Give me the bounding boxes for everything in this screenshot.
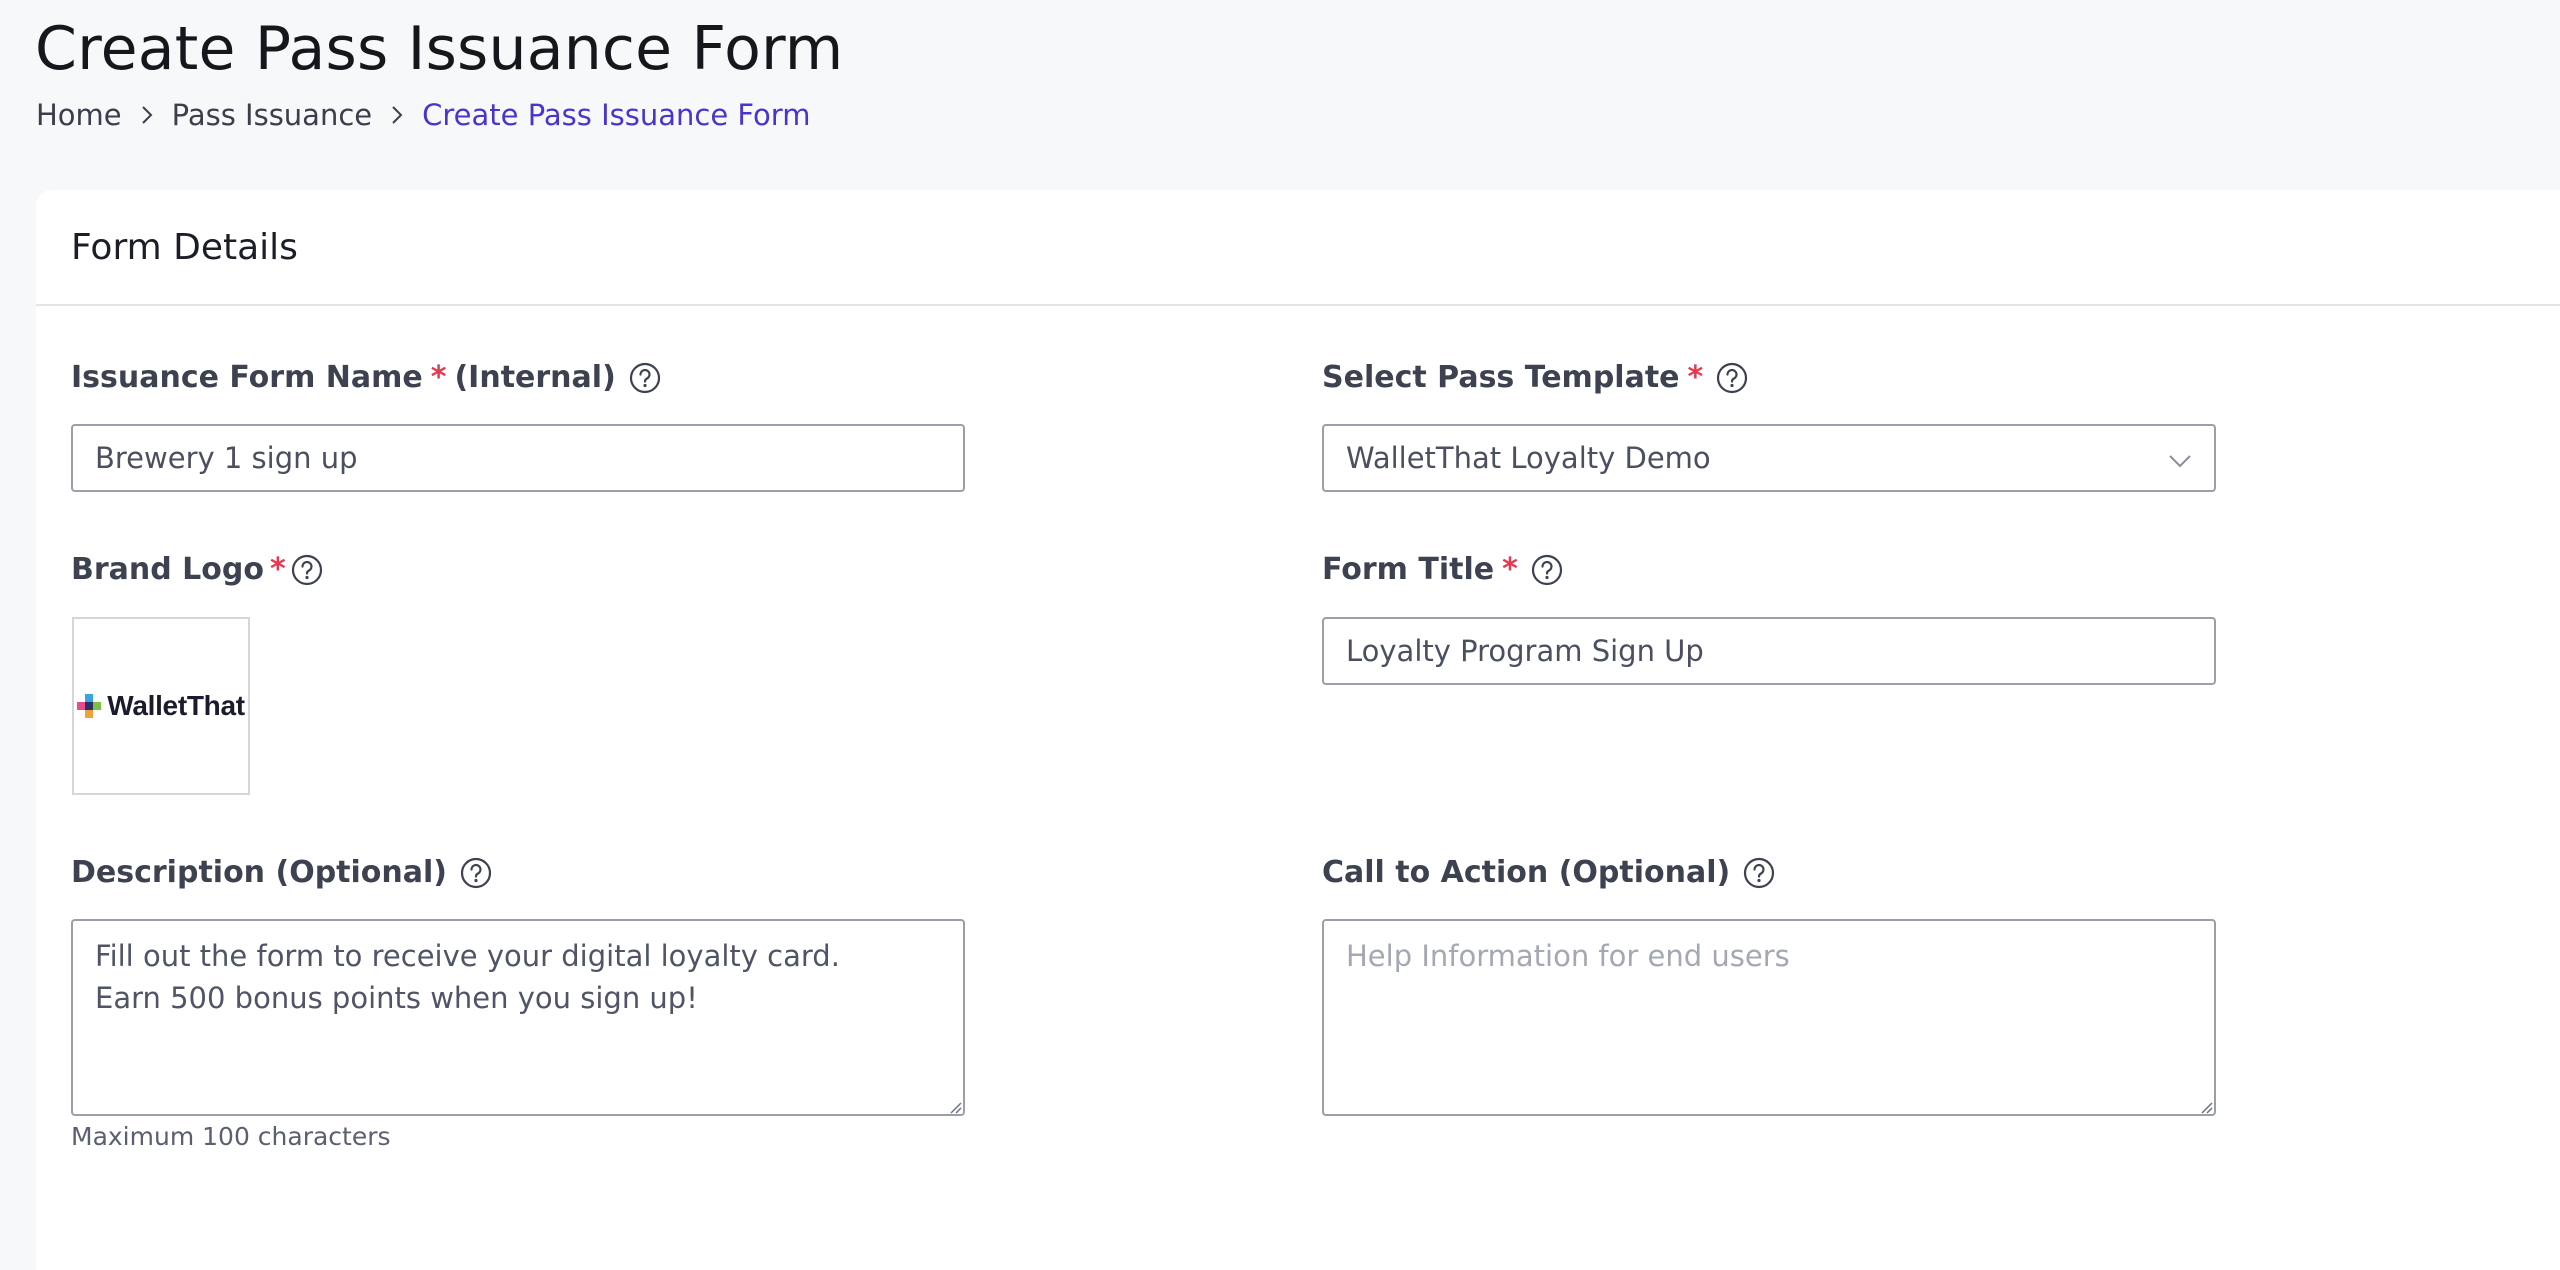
breadcrumb: Home Pass Issuance Create Pass Issuance … xyxy=(36,98,810,132)
form-name-suffix: (Internal) xyxy=(454,360,616,395)
help-circle-icon[interactable] xyxy=(1742,856,1776,890)
help-circle-icon[interactable] xyxy=(628,361,662,395)
chevron-right-icon xyxy=(122,105,172,125)
resize-handle-icon[interactable] xyxy=(2197,1098,2213,1114)
required-mark: * xyxy=(430,360,447,395)
call-to-action-label-text: Call to Action (Optional) xyxy=(1322,855,1731,890)
pass-template-label-text: Select Pass Template xyxy=(1322,360,1680,395)
brand-logo-label-text: Brand Logo xyxy=(71,552,264,587)
form-details-card: Form Details Issuance Form Name * (Inter… xyxy=(36,190,2560,1270)
description-label: Description (Optional) xyxy=(71,855,493,890)
chevron-down-icon xyxy=(2168,441,2192,475)
form-title-label-text: Form Title xyxy=(1322,552,1495,587)
form-title-input[interactable] xyxy=(1322,617,2216,685)
call-to-action-label: Call to Action (Optional) xyxy=(1322,855,1776,890)
card-title: Form Details xyxy=(71,226,298,268)
pass-template-value: WalletThat Loyalty Demo xyxy=(1346,441,1711,475)
resize-handle-icon[interactable] xyxy=(946,1098,962,1114)
form-name-input[interactable] xyxy=(71,424,965,492)
breadcrumb-home[interactable]: Home xyxy=(36,98,122,132)
wallet-cross-logo-icon xyxy=(77,694,102,718)
pass-template-select[interactable]: WalletThat Loyalty Demo xyxy=(1322,424,2216,492)
description-textarea[interactable] xyxy=(71,919,965,1116)
breadcrumb-current: Create Pass Issuance Form xyxy=(422,98,811,132)
call-to-action-textarea[interactable] xyxy=(1322,919,2216,1116)
brand-logo-upload[interactable]: WalletThat xyxy=(72,617,250,795)
form-name-label-text: Issuance Form Name xyxy=(71,360,423,395)
description-hint: Maximum 100 characters xyxy=(71,1122,391,1151)
description-label-text: Description (Optional) xyxy=(71,855,447,890)
brand-logo-label: Brand Logo * xyxy=(71,552,324,587)
card-header: Form Details xyxy=(36,190,2560,306)
help-circle-icon[interactable] xyxy=(1530,553,1564,587)
required-mark: * xyxy=(1687,360,1704,395)
brand-logo-text: WalletThat xyxy=(107,690,245,721)
chevron-right-icon xyxy=(372,105,422,125)
pass-template-label: Select Pass Template * xyxy=(1322,360,1749,395)
help-circle-icon[interactable] xyxy=(290,553,324,587)
required-mark: * xyxy=(1502,552,1518,587)
page-title: Create Pass Issuance Form xyxy=(35,14,844,84)
breadcrumb-pass-issuance[interactable]: Pass Issuance xyxy=(172,98,372,132)
form-title-label: Form Title * xyxy=(1322,552,1564,587)
brand-logo: WalletThat xyxy=(77,690,245,722)
help-circle-icon[interactable] xyxy=(1715,361,1749,395)
required-mark: * xyxy=(270,552,286,587)
form-name-label: Issuance Form Name * (Internal) xyxy=(71,360,662,395)
help-circle-icon[interactable] xyxy=(459,856,493,890)
